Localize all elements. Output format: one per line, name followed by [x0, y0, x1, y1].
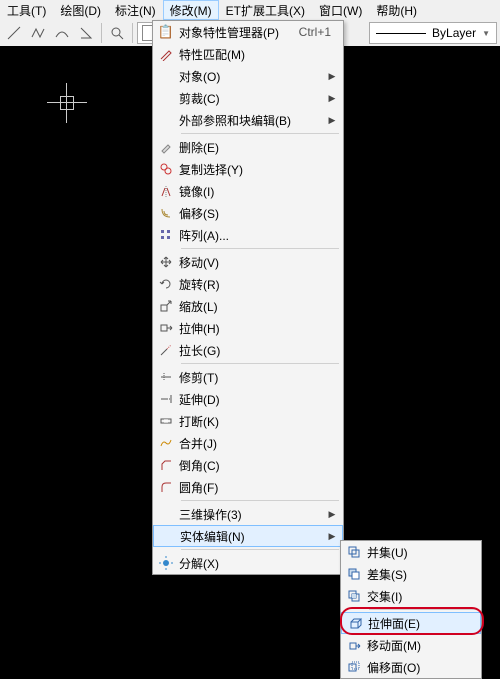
- move-face-icon: [341, 638, 367, 652]
- solid-editing-submenu: 并集(U) 差集(S) 交集(I) 拉伸面(E) 移动面(M) 偏移面(O): [340, 540, 482, 679]
- menu-item-join[interactable]: 合并(J): [153, 432, 343, 454]
- menu-item-properties-manager[interactable]: 📋 对象特性管理器(P) Ctrl+1: [153, 21, 343, 43]
- tool-curve-icon[interactable]: [51, 22, 73, 44]
- menu-item-offset[interactable]: 偏移(S): [153, 202, 343, 224]
- menu-item-lengthen[interactable]: 拉长(G): [153, 339, 343, 361]
- match-props-icon: [153, 47, 179, 61]
- submenu-item-extrude-face[interactable]: 拉伸面(E): [341, 612, 481, 634]
- submenu-item-subtract[interactable]: 差集(S): [341, 563, 481, 585]
- linetype-dropdown[interactable]: ByLayer ▼: [369, 22, 497, 44]
- lengthen-icon: [153, 343, 179, 357]
- extrude-face-icon: [342, 616, 368, 630]
- join-icon: [153, 436, 179, 450]
- submenu-item-intersect[interactable]: 交集(I): [341, 585, 481, 607]
- menu-item-chamfer[interactable]: 倒角(C): [153, 454, 343, 476]
- menubar: 工具(T) 绘图(D) 标注(N) 修改(M) ET扩展工具(X) 窗口(W) …: [0, 0, 500, 21]
- menu-modify[interactable]: 修改(M): [163, 0, 219, 20]
- extend-icon: [153, 392, 179, 406]
- menu-item-solid-editing[interactable]: 实体编辑(N) ▶: [153, 525, 343, 547]
- linetype-preview-icon: [376, 33, 426, 34]
- menu-item-match-props[interactable]: 特性匹配(M): [153, 43, 343, 65]
- accelerator-text: Ctrl+1: [299, 25, 337, 39]
- menu-divider: [181, 549, 339, 550]
- tool-line-icon[interactable]: [3, 22, 25, 44]
- menu-draw[interactable]: 绘图(D): [53, 0, 108, 20]
- erase-icon: [153, 140, 179, 154]
- array-icon: [153, 228, 179, 242]
- menu-divider: [181, 133, 339, 134]
- offset-icon: [153, 206, 179, 220]
- menu-divider: [181, 500, 339, 501]
- tool-polyline-icon[interactable]: [27, 22, 49, 44]
- submenu-item-union[interactable]: 并集(U): [341, 541, 481, 563]
- menu-item-trim[interactable]: 修剪(T): [153, 366, 343, 388]
- menu-item-scale[interactable]: 缩放(L): [153, 295, 343, 317]
- tool-zoom-icon[interactable]: [106, 22, 128, 44]
- explode-icon: [153, 556, 179, 570]
- menu-dimension[interactable]: 标注(N): [108, 0, 163, 20]
- linetype-label: ByLayer: [432, 26, 476, 40]
- menu-item-move[interactable]: 移动(V): [153, 251, 343, 273]
- menu-item-copy[interactable]: 复制选择(Y): [153, 158, 343, 180]
- chevron-down-icon: ▼: [482, 29, 490, 38]
- submenu-arrow-icon: ▶: [327, 71, 337, 82]
- submenu-item-offset-face[interactable]: 偏移面(O): [341, 656, 481, 678]
- mirror-icon: [153, 184, 179, 198]
- submenu-arrow-icon: ▶: [327, 509, 337, 520]
- intersect-icon: [341, 589, 367, 603]
- submenu-item-move-face[interactable]: 移动面(M): [341, 634, 481, 656]
- cursor-crosshair-icon: [60, 96, 74, 110]
- toolbar-separator: [132, 23, 133, 43]
- menu-item-explode[interactable]: 分解(X): [153, 552, 343, 574]
- stretch-icon: [153, 321, 179, 335]
- menu-divider: [369, 609, 477, 610]
- menu-item-clip[interactable]: 剪裁(C) ▶: [153, 87, 343, 109]
- menu-item-3d-ops[interactable]: 三维操作(3) ▶: [153, 503, 343, 525]
- menu-item-erase[interactable]: 删除(E): [153, 136, 343, 158]
- menu-item-fillet[interactable]: 圆角(F): [153, 476, 343, 498]
- menu-item-rotate[interactable]: 旋转(R): [153, 273, 343, 295]
- scale-icon: [153, 299, 179, 313]
- chamfer-icon: [153, 458, 179, 472]
- menu-et-tools[interactable]: ET扩展工具(X): [219, 0, 312, 20]
- trim-icon: [153, 370, 179, 384]
- properties-icon: 📋: [153, 24, 179, 40]
- menu-item-array[interactable]: 阵列(A)...: [153, 224, 343, 246]
- subtract-icon: [341, 567, 367, 581]
- menu-help[interactable]: 帮助(H): [369, 0, 424, 20]
- offset-face-icon: [341, 660, 367, 674]
- move-icon: [153, 255, 179, 269]
- menu-item-object[interactable]: 对象(O) ▶: [153, 65, 343, 87]
- submenu-arrow-icon: ▶: [327, 115, 337, 126]
- submenu-arrow-icon: ▶: [327, 531, 337, 542]
- menu-window[interactable]: 窗口(W): [312, 0, 369, 20]
- menu-item-stretch[interactable]: 拉伸(H): [153, 317, 343, 339]
- menu-item-mirror[interactable]: 镜像(I): [153, 180, 343, 202]
- menu-divider: [181, 248, 339, 249]
- menu-tools[interactable]: 工具(T): [0, 0, 53, 20]
- menu-divider: [181, 363, 339, 364]
- menu-item-xref-block-edit[interactable]: 外部参照和块编辑(B) ▶: [153, 109, 343, 131]
- toolbar-separator: [101, 23, 102, 43]
- modify-menu-dropdown: 📋 对象特性管理器(P) Ctrl+1 特性匹配(M) 对象(O) ▶ 剪裁(C…: [152, 20, 344, 575]
- fillet-icon: [153, 480, 179, 494]
- menu-item-extend[interactable]: 延伸(D): [153, 388, 343, 410]
- tool-angle-icon[interactable]: [75, 22, 97, 44]
- menu-item-break[interactable]: 打断(K): [153, 410, 343, 432]
- break-icon: [153, 414, 179, 428]
- copy-icon: [153, 162, 179, 176]
- rotate-icon: [153, 277, 179, 291]
- submenu-arrow-icon: ▶: [327, 93, 337, 104]
- union-icon: [341, 545, 367, 559]
